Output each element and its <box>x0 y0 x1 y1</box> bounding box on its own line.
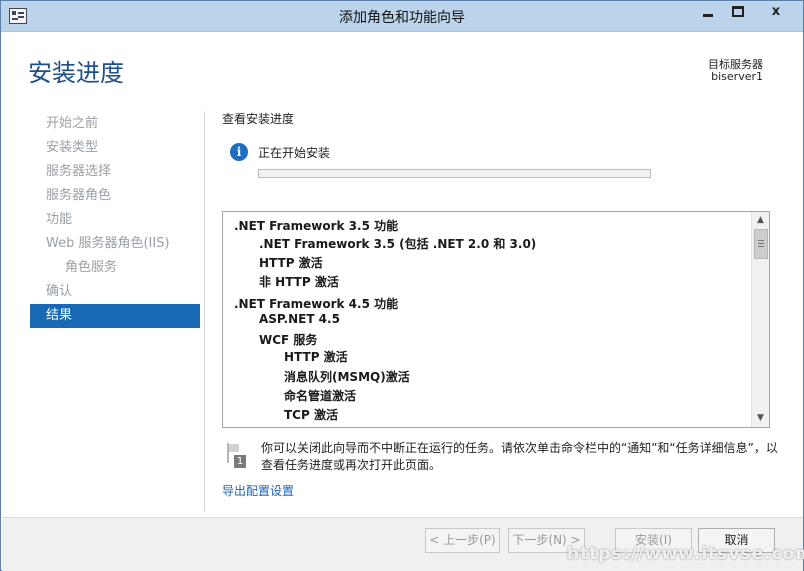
status-text: 正在开始安装 <box>258 146 331 160</box>
nav-item[interactable]: 服务器选择 <box>30 160 200 184</box>
previous-button[interactable]: < 上一步(P) <box>425 528 500 553</box>
list-scrollbar[interactable]: ▲ ▼ <box>751 212 769 427</box>
feature-list[interactable]: .NET Framework 3.5 功能 .NET Framework 3.5 … <box>222 211 770 428</box>
export-config-link[interactable]: 导出配置设置 <box>222 482 294 499</box>
wizard-window: 添加角色和功能向导 x 安装进度 目标服务器 biserver1 开始之前 安装类… <box>0 0 804 571</box>
info-icon: i <box>230 143 248 161</box>
nav-item[interactable]: 开始之前 <box>30 112 200 136</box>
feature-list-item: .NET Framework 3.5 (包括 .NET 2.0 和 3.0) <box>259 237 537 251</box>
notification-flag-icon: 1 <box>225 443 247 469</box>
feature-list-item: ASP.NET 4.5 <box>259 312 340 326</box>
scroll-up-arrow-icon[interactable]: ▲ <box>752 213 769 228</box>
window-title: 添加角色和功能向导 <box>339 10 465 26</box>
scroll-thumb[interactable] <box>754 229 768 259</box>
nav-item[interactable]: Web 服务器角色(IIS) <box>30 232 200 256</box>
nav-item[interactable]: 角色服务 <box>30 256 200 280</box>
feature-list-item: .NET Framework 3.5 功能 <box>234 219 399 233</box>
target-server-name: biserver1 <box>711 70 763 83</box>
maximize-button[interactable] <box>723 2 753 22</box>
wizard-steps-nav: 开始之前 安装类型 服务器选择 服务器角色 功能 Web 服务器角色(IIS) 角色服务 确认… <box>30 112 200 328</box>
nav-item[interactable]: 结果 <box>30 304 200 328</box>
feature-list-item: 消息队列(MSMQ)激活 <box>284 370 410 384</box>
nav-item[interactable]: 服务器角色 <box>30 184 200 208</box>
feature-list-item: HTTP 激活 <box>284 350 348 364</box>
nav-item[interactable]: 确认 <box>30 280 200 304</box>
feature-list-item: TCP 激活 <box>284 408 338 422</box>
feature-list-item: HTTP 激活 <box>259 256 323 270</box>
nav-item[interactable]: 功能 <box>30 208 200 232</box>
page-title: 安装进度 <box>28 59 124 87</box>
minimize-button[interactable] <box>693 2 723 22</box>
feature-list-item: .NET Framework 4.5 功能 <box>234 297 399 311</box>
feature-list-item: 命名管道激活 <box>284 389 357 403</box>
watermark: https://www.itsvse.com <box>567 544 804 564</box>
notice-text: 你可以关闭此向导而不中断正在运行的任务。请依次单击命令栏中的“通知”和“任务详细… <box>261 441 778 472</box>
feature-list-item: WCF 服务 <box>259 333 318 347</box>
close-button[interactable]: x <box>753 2 799 22</box>
nav-divider <box>204 111 205 511</box>
progress-bar <box>258 169 651 178</box>
feature-list-item: 非 HTTP 激活 <box>259 275 339 289</box>
scroll-down-arrow-icon[interactable]: ▼ <box>752 411 769 426</box>
title-bar[interactable]: 添加角色和功能向导 x <box>1 1 803 32</box>
section-title: 查看安装进度 <box>222 112 295 126</box>
nav-item[interactable]: 安装类型 <box>30 136 200 160</box>
